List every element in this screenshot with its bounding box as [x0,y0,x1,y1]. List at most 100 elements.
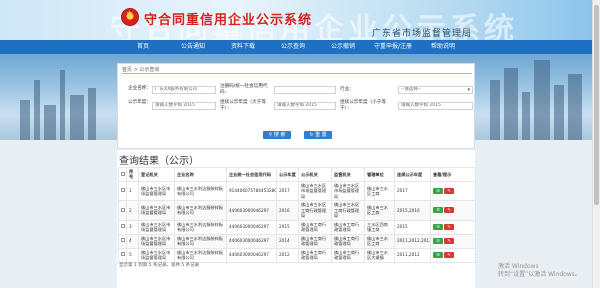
column-header: 连续公示年度 [394,167,431,182]
alert-button[interactable]: ✎ [444,252,454,259]
cell-year: 2016 [276,200,299,221]
cell-consecutive-years: 2011,2012,2013,2014 [394,233,431,249]
cell-company: 佛山市三水利达服装样板有限公司 [174,200,227,221]
cell-consecutive-years: 2017 [394,180,431,202]
alert-button[interactable]: ✎ [444,207,454,214]
row-checkbox[interactable] [121,188,125,193]
cell-publisher: 佛山市工商行政管理局 [298,233,332,249]
cell-supervisor: 佛山市工商行政管理局 [331,247,365,263]
cell-index: 2 [126,200,139,221]
nav-home[interactable]: 首页 [118,40,168,54]
table-row: 2 佛山市三水区市场监督管理局 佛山市三水利达服装样板有限公司 44060300… [118,200,476,221]
alert-button[interactable]: ✎ [444,238,454,245]
nav-notices[interactable]: 公告通知 [168,40,218,54]
select-all-checkbox[interactable] [121,171,125,176]
row-checkbox[interactable] [121,238,125,243]
nav-downloads[interactable]: 资料下载 [218,40,268,54]
start-year-input[interactable]: 请输入数字如 2015 [274,102,336,110]
nav-help[interactable]: 帮助说明 [418,40,468,54]
end-year-input[interactable]: 请输入数字如 2015 [398,102,473,110]
windows-activation-watermark: 激活 Windows 转到“设置”以激活 Windows。 [498,263,581,279]
credit-code-input[interactable] [274,86,336,94]
column-header: 查看/提示 [430,167,476,182]
alert-button[interactable]: ✎ [444,188,454,195]
cell-index: 1 [126,180,139,202]
main-nav: 首页 公告通知 资料下载 公示查询 公示撤销 守重申报/注册 帮助说明 [0,40,592,54]
breadcrumb-divider [122,73,472,74]
nav-revoke[interactable]: 公示撤销 [318,40,368,54]
search-panel: 首页 > 公示查询 企业名称： 广东XX服务有限公司 注册码/统一社会信用代码：… [117,63,475,149]
cell-year: 2014 [276,233,299,249]
cell-registrar: 佛山市三水区市场监督管理局 [138,200,175,221]
row-checkbox[interactable] [121,207,125,212]
table-row: 1 佛山市三水区市场监督管理局 佛山市三水利达服装样板有限公司 91440607… [118,180,476,202]
row-checkbox[interactable] [121,252,125,257]
cell-actions: ☰ ✎ [430,200,476,221]
cell-credit-code: 440603000046297 [226,247,277,263]
cell-year: 2012 [276,247,299,263]
cell-publisher: 佛山市工商行政管理局 [298,247,332,263]
year-input[interactable]: 请输入数字如 2015 [152,102,216,110]
cell-consecutive-years: 2011,2012 [394,247,431,263]
cell-index: 4 [126,233,139,249]
table-row: 5 佛山市三水区市场监督管理局 佛山市三水利达服装样板有限公司 44060300… [118,247,476,263]
page-scrollbar[interactable] [592,0,600,288]
view-button[interactable]: ☰ [433,224,443,231]
cell-year: 2017 [276,180,299,202]
row-checkbox[interactable] [121,224,125,229]
cell-publisher: 佛山市三水区市场监督管理局 [298,180,332,202]
cell-supervisor: 佛山市三水区工商行政管理局 [331,200,365,221]
column-header: 管辖单位 [364,167,395,182]
cell-credit-code: 440603000046297 [226,200,277,221]
table-row: 4 佛山市三水区市场监督管理局 佛山市三水利达服装样板有限公司 44060300… [118,233,476,249]
cell-year: 2015 [276,219,299,235]
scrollbar-thumb[interactable] [594,5,599,205]
emblem-star-icon: ★ [126,9,134,18]
cell-actions: ☰ ✎ [430,219,476,235]
column-header: 企业统一社会信用代码 [226,167,277,182]
nav-register[interactable]: 守重申报/注册 [368,40,418,54]
cell-supervisor: 佛山市工商行政管理局 [331,233,365,249]
credit-code-label: 注册码/统一社会信用代码： [220,84,268,95]
view-button[interactable]: ☰ [433,252,443,259]
cell-publisher: 佛山市工商行政管理局 [298,219,332,235]
pagination-summary: 显示第 1 到第 5 条记录，总共 5 条记录 [119,263,200,268]
cell-jurisdiction: 佛山市三水区工商 [364,180,395,202]
column-header: 公示机关 [298,167,332,182]
cell-company: 佛山市三水利达服装样板有限公司 [174,247,227,263]
reset-button[interactable]: ↻ 重 置 [304,131,332,139]
cell-jurisdiction: 佛山市三水区工商 [364,200,395,221]
cell-company: 佛山市三水利达服装样板有限公司 [174,180,227,202]
site-slogan: 广东省市场监督管理局 [372,29,473,39]
results-table: 序号 登记机关 企业名称 企业统一社会信用代码 公示年度 公示机关 监督机关 管… [118,167,476,263]
view-button[interactable]: ☰ [433,207,443,214]
search-button[interactable]: ⚲ 搜 索 [263,131,291,139]
site-header: 守合同重信用企业公示系统 ★ 守合同重信用企业公示系统 广东省市场监督管理局 [0,0,592,40]
cell-jurisdiction: 三水区西南镇工商 [364,219,395,235]
column-header: 登记机关 [138,167,175,182]
site-title: 守合同重信用企业公示系统 [144,13,313,28]
column-header-select [118,167,127,182]
start-year-label: 连续公示年度（大于等于）： [220,100,266,111]
cell-actions: ☰ ✎ [430,180,476,202]
nav-query[interactable]: 公示查询 [268,40,318,54]
alert-button[interactable]: ✎ [444,224,454,231]
column-header: 企业名称 [174,167,227,182]
company-input[interactable]: 广东XX服务有限公司 [152,86,216,94]
industry-select[interactable]: --请选择-- [398,86,473,94]
column-header: 公示年度 [276,167,299,182]
cell-index: 3 [126,219,139,235]
view-button[interactable]: ☰ [433,188,443,195]
table-header-row: 序号 登记机关 企业名称 企业统一社会信用代码 公示年度 公示机关 监督机关 管… [118,167,476,182]
cell-actions: ☰ ✎ [430,247,476,263]
cell-credit-code: 440603000046297 [226,219,277,235]
year-label: 公示年度： [128,100,151,105]
results-panel: 查询结果（公示） 序号 登记机关 企业名称 企业统一社会信用代码 公示年度 公示… [117,150,476,288]
cell-consecutive-years: 2015,2016 [394,200,431,221]
cell-publisher: 佛山市三水区工商行政管理局 [298,200,332,221]
results-title: 查询结果（公示） [119,156,199,167]
industry-label: 行业： [340,87,354,92]
view-button[interactable]: ☰ [433,238,443,245]
cell-actions: ☰ ✎ [430,233,476,249]
column-header: 序号 [126,167,139,182]
